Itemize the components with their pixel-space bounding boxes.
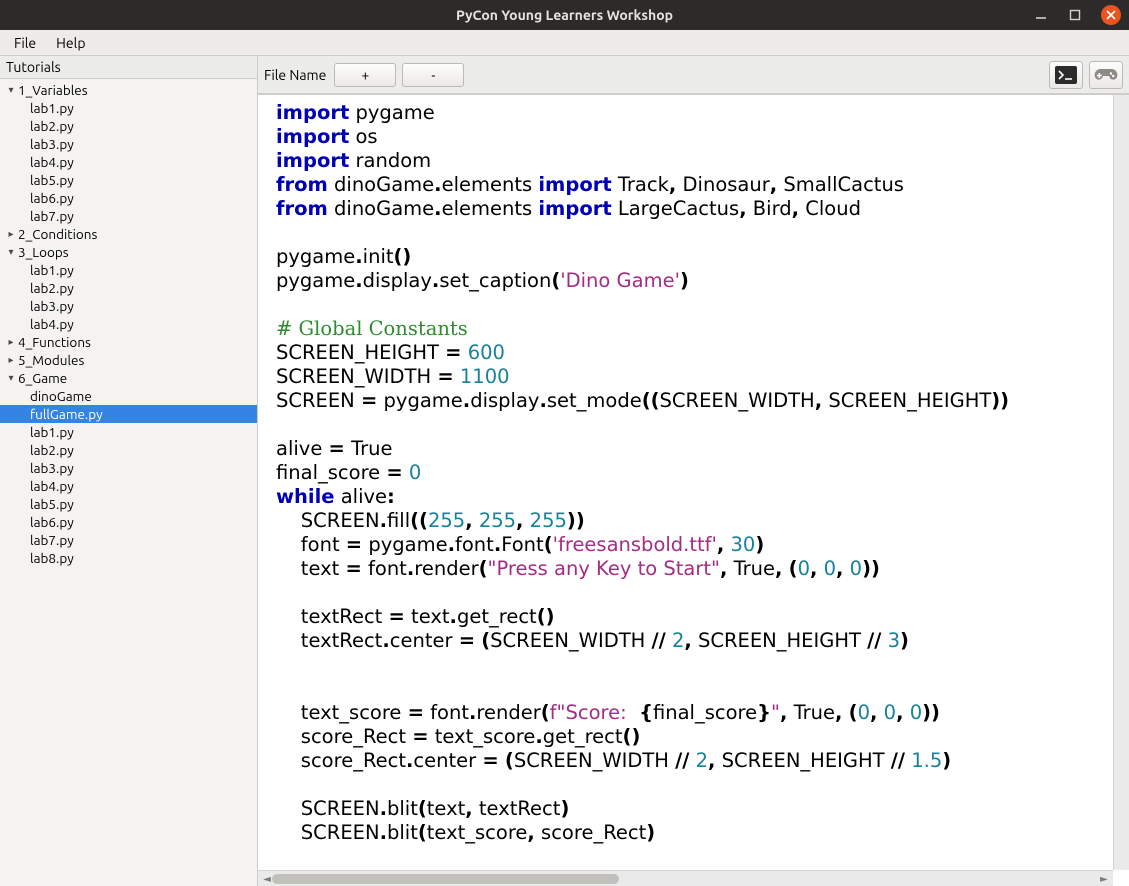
tree-file[interactable]: lab8.py (0, 549, 257, 567)
chevron-right-icon[interactable]: ▸ (4, 333, 18, 351)
scroll-left-icon[interactable]: ◄ (260, 873, 274, 885)
tree-file[interactable]: lab1.py (0, 423, 257, 441)
scrollbar-thumb[interactable] (272, 874, 619, 884)
tree-file[interactable]: lab1.py (0, 99, 257, 117)
tree-file[interactable]: lab4.py (0, 315, 257, 333)
tree-folder[interactable]: ▸2_Conditions (0, 225, 257, 243)
menu-help[interactable]: Help (48, 33, 93, 53)
tree-folder[interactable]: ▸5_Modules (0, 351, 257, 369)
tree-file-label: lab2.py (30, 117, 74, 135)
chevron-right-icon[interactable]: ▸ (4, 351, 18, 369)
tree-file[interactable]: dinoGame (0, 387, 257, 405)
tree-folder-label: 1_Variables (18, 81, 88, 99)
zoom-in-button[interactable]: + (334, 63, 396, 87)
tree-file[interactable]: lab6.py (0, 189, 257, 207)
tree-file-label: lab1.py (30, 423, 74, 441)
tree-file[interactable]: lab3.py (0, 297, 257, 315)
tree-folder-label: 4_Functions (18, 333, 91, 351)
gamepad-icon (1093, 66, 1119, 84)
tree-file-label: fullGame.py (30, 405, 103, 423)
editor-toolbar: File Name + - (258, 56, 1129, 94)
tree-file-label: lab6.py (30, 189, 74, 207)
tree-folder-label: 2_Conditions (18, 225, 97, 243)
tree-file[interactable]: lab3.py (0, 459, 257, 477)
menu-file[interactable]: File (6, 33, 44, 53)
scroll-right-icon[interactable]: ► (1097, 873, 1111, 885)
tree-file[interactable]: lab2.py (0, 441, 257, 459)
tree-file-label: lab1.py (30, 261, 74, 279)
tree-file-label: lab7.py (30, 531, 74, 549)
tree-file-label: lab5.py (30, 495, 74, 513)
tree-file[interactable]: lab2.py (0, 117, 257, 135)
tree-file[interactable]: lab5.py (0, 495, 257, 513)
tree-file-label: lab1.py (30, 99, 74, 117)
sidebar-header: Tutorials (0, 56, 257, 79)
terminal-icon (1055, 66, 1077, 84)
tree-file-label: lab4.py (30, 315, 74, 333)
tree-file-label: lab7.py (30, 207, 74, 225)
zoom-out-button[interactable]: - (402, 63, 464, 87)
menu-bar: File Help (0, 30, 1129, 56)
tree-file[interactable]: lab7.py (0, 531, 257, 549)
tree-file-label: lab2.py (30, 441, 74, 459)
file-tree[interactable]: ▾1_Variableslab1.pylab2.pylab3.pylab4.py… (0, 79, 257, 886)
tree-file[interactable]: lab4.py (0, 477, 257, 495)
tree-file[interactable]: lab6.py (0, 513, 257, 531)
tree-file[interactable]: lab7.py (0, 207, 257, 225)
tree-file[interactable]: lab2.py (0, 279, 257, 297)
vertical-scrollbar[interactable] (1113, 95, 1129, 870)
window-titlebar: PyCon Young Learners Workshop (0, 0, 1129, 30)
tree-file[interactable]: lab3.py (0, 135, 257, 153)
tree-file-label: lab8.py (30, 549, 74, 567)
tree-file-label: lab4.py (30, 153, 74, 171)
horizontal-scrollbar[interactable]: ◄ ► (258, 870, 1113, 886)
run-game-button[interactable] (1089, 61, 1123, 89)
chevron-down-icon[interactable]: ▾ (4, 81, 18, 99)
tree-file[interactable]: lab5.py (0, 171, 257, 189)
tree-file-label: lab6.py (30, 513, 74, 531)
chevron-down-icon[interactable]: ▾ (4, 369, 18, 387)
code-editor[interactable]: import pygame import os import random fr… (258, 95, 1113, 866)
chevron-right-icon[interactable]: ▸ (4, 225, 18, 243)
sidebar: Tutorials ▾1_Variableslab1.pylab2.pylab3… (0, 56, 258, 886)
tree-file[interactable]: fullGame.py (0, 405, 257, 423)
window-title: PyCon Young Learners Workshop (456, 7, 673, 23)
tree-folder-label: 5_Modules (18, 351, 84, 369)
tree-folder[interactable]: ▸4_Functions (0, 333, 257, 351)
chevron-down-icon[interactable]: ▾ (4, 243, 18, 261)
tree-folder[interactable]: ▾3_Loops (0, 243, 257, 261)
tree-file-label: lab5.py (30, 171, 74, 189)
tree-file-label: lab3.py (30, 297, 74, 315)
close-button[interactable] (1101, 5, 1121, 25)
tree-file[interactable]: lab4.py (0, 153, 257, 171)
file-name-label: File Name (264, 67, 326, 83)
tree-file-label: lab3.py (30, 135, 74, 153)
maximize-button[interactable] (1067, 7, 1083, 23)
tree-file-label: lab4.py (30, 477, 74, 495)
tree-file-label: dinoGame (30, 387, 92, 405)
tree-folder[interactable]: ▾1_Variables (0, 81, 257, 99)
tree-file-label: lab3.py (30, 459, 74, 477)
run-terminal-button[interactable] (1049, 61, 1083, 89)
tree-folder-label: 3_Loops (18, 243, 69, 261)
tree-folder[interactable]: ▾6_Game (0, 369, 257, 387)
tree-folder-label: 6_Game (18, 369, 67, 387)
tree-file[interactable]: lab1.py (0, 261, 257, 279)
minimize-button[interactable] (1033, 7, 1049, 23)
tree-file-label: lab2.py (30, 279, 74, 297)
